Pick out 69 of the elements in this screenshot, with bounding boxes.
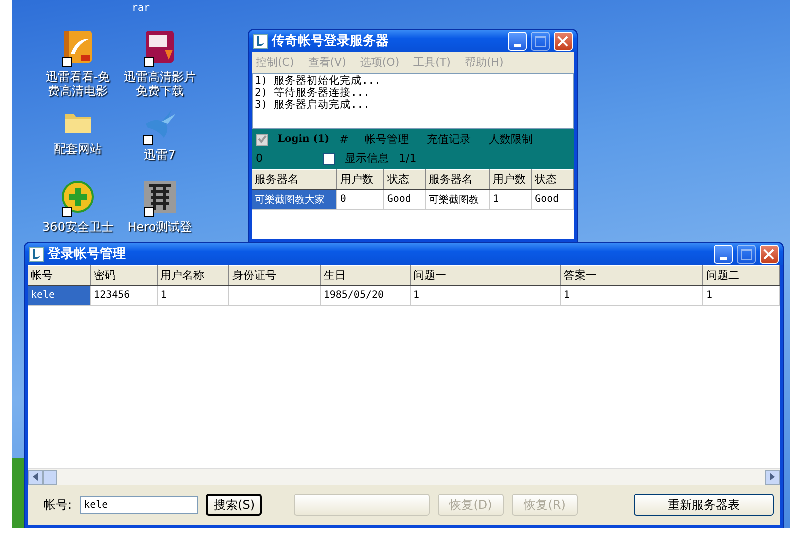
column-header[interactable]: 生日 [320,266,410,286]
log-line: 1) 服务器初始化完成... [255,75,382,87]
checkbox-label: Login (1) [278,134,330,145]
scroll-thumb[interactable] [43,470,57,484]
desktop-icon-label[interactable]: 配套网站 [42,142,114,156]
app-icon [253,34,268,48]
column-header[interactable]: 答案一 [560,266,703,286]
bird-icon[interactable] [142,108,178,146]
desktop-icon-label[interactable]: 迅雷高清影片免费下载 [124,70,196,98]
window-title: 传奇帐号登录服务器 [272,33,390,50]
app-icon [29,246,44,262]
column-header[interactable]: 状态 [532,170,574,190]
column-header[interactable]: 问题一 [410,266,560,286]
column-header[interactable]: 用户数 [490,170,532,190]
desktop-icon-label[interactable]: 迅雷7 [124,148,196,162]
desktop-icon-label[interactable]: 迅雷看看-免费高清电影 [42,70,114,98]
table-cell: 1 [702,286,780,306]
hash-label: # [340,133,349,146]
column-header[interactable]: 帐号 [28,266,91,286]
table-cell: 1985/05/20 [320,286,410,306]
maximize-button[interactable] [531,32,550,50]
checkbox[interactable] [323,152,335,164]
tab[interactable]: 人数限制 [488,132,533,147]
page-label: 1/1 [399,152,417,165]
table-cell: Good [384,190,426,210]
pattern-tile-icon[interactable] [143,180,177,218]
film-app-icon[interactable] [61,30,95,68]
tab[interactable]: 充值记录 [426,132,471,147]
window-title: 登录帐号管理 [48,246,127,263]
plus-shield-icon[interactable] [61,180,95,218]
minimize-button[interactable] [508,32,527,50]
column-header[interactable]: 密码 [90,266,158,286]
hd-video-icon[interactable] [143,30,177,68]
close-button[interactable] [760,244,779,264]
table-cell: 123456 [90,286,158,306]
column-header[interactable]: 身份证号 [228,266,320,286]
table-cell: 1 [490,190,532,210]
minimize-button[interactable] [714,244,733,264]
column-header[interactable]: 服务器名 [426,170,490,190]
table-cell: 1 [157,286,229,306]
scroll-right-icon[interactable] [765,470,780,484]
horizontal-scrollbar[interactable] [28,468,780,485]
log-line: 2) 等待服务器连接... [255,87,371,99]
table-cell[interactable]: kele [28,286,91,306]
action-button[interactable]: 搜索(S) [206,494,262,516]
table-cell: 1 [560,286,703,306]
maximize-button[interactable] [737,244,756,264]
column-header[interactable]: 问题二 [702,266,780,286]
column-header[interactable]: 用户名称 [157,266,229,286]
account-field[interactable]: kele [80,496,198,514]
count-label: 0 [256,152,263,165]
checkbox-label: 显示信息 [345,151,389,166]
table-cell: 可樂截图教 [426,190,490,210]
scroll-left-icon[interactable] [28,470,43,484]
table-cell: Good [532,190,574,210]
table-cell: 1 [410,286,560,306]
table-cell[interactable]: 可樂截图教大家 [252,190,337,210]
desktop-icon-label[interactable]: Hero测试登 [124,220,196,234]
column-header[interactable]: 用户数 [336,170,384,190]
desktop-label: rar [132,3,150,14]
tab[interactable]: 帐号管理 [364,132,409,147]
action-button[interactable]: 重新服务器表 [634,494,774,516]
column-header[interactable]: 服务器名 [252,170,337,190]
table-cell: 0 [336,190,384,210]
close-button[interactable] [554,32,573,50]
log-line: 3) 服务器启动完成... [255,99,371,111]
field-label: 帐号: [44,496,72,514]
column-header[interactable]: 状态 [384,170,426,190]
desktop-icon-label[interactable]: 360安全卫士 [42,220,114,234]
